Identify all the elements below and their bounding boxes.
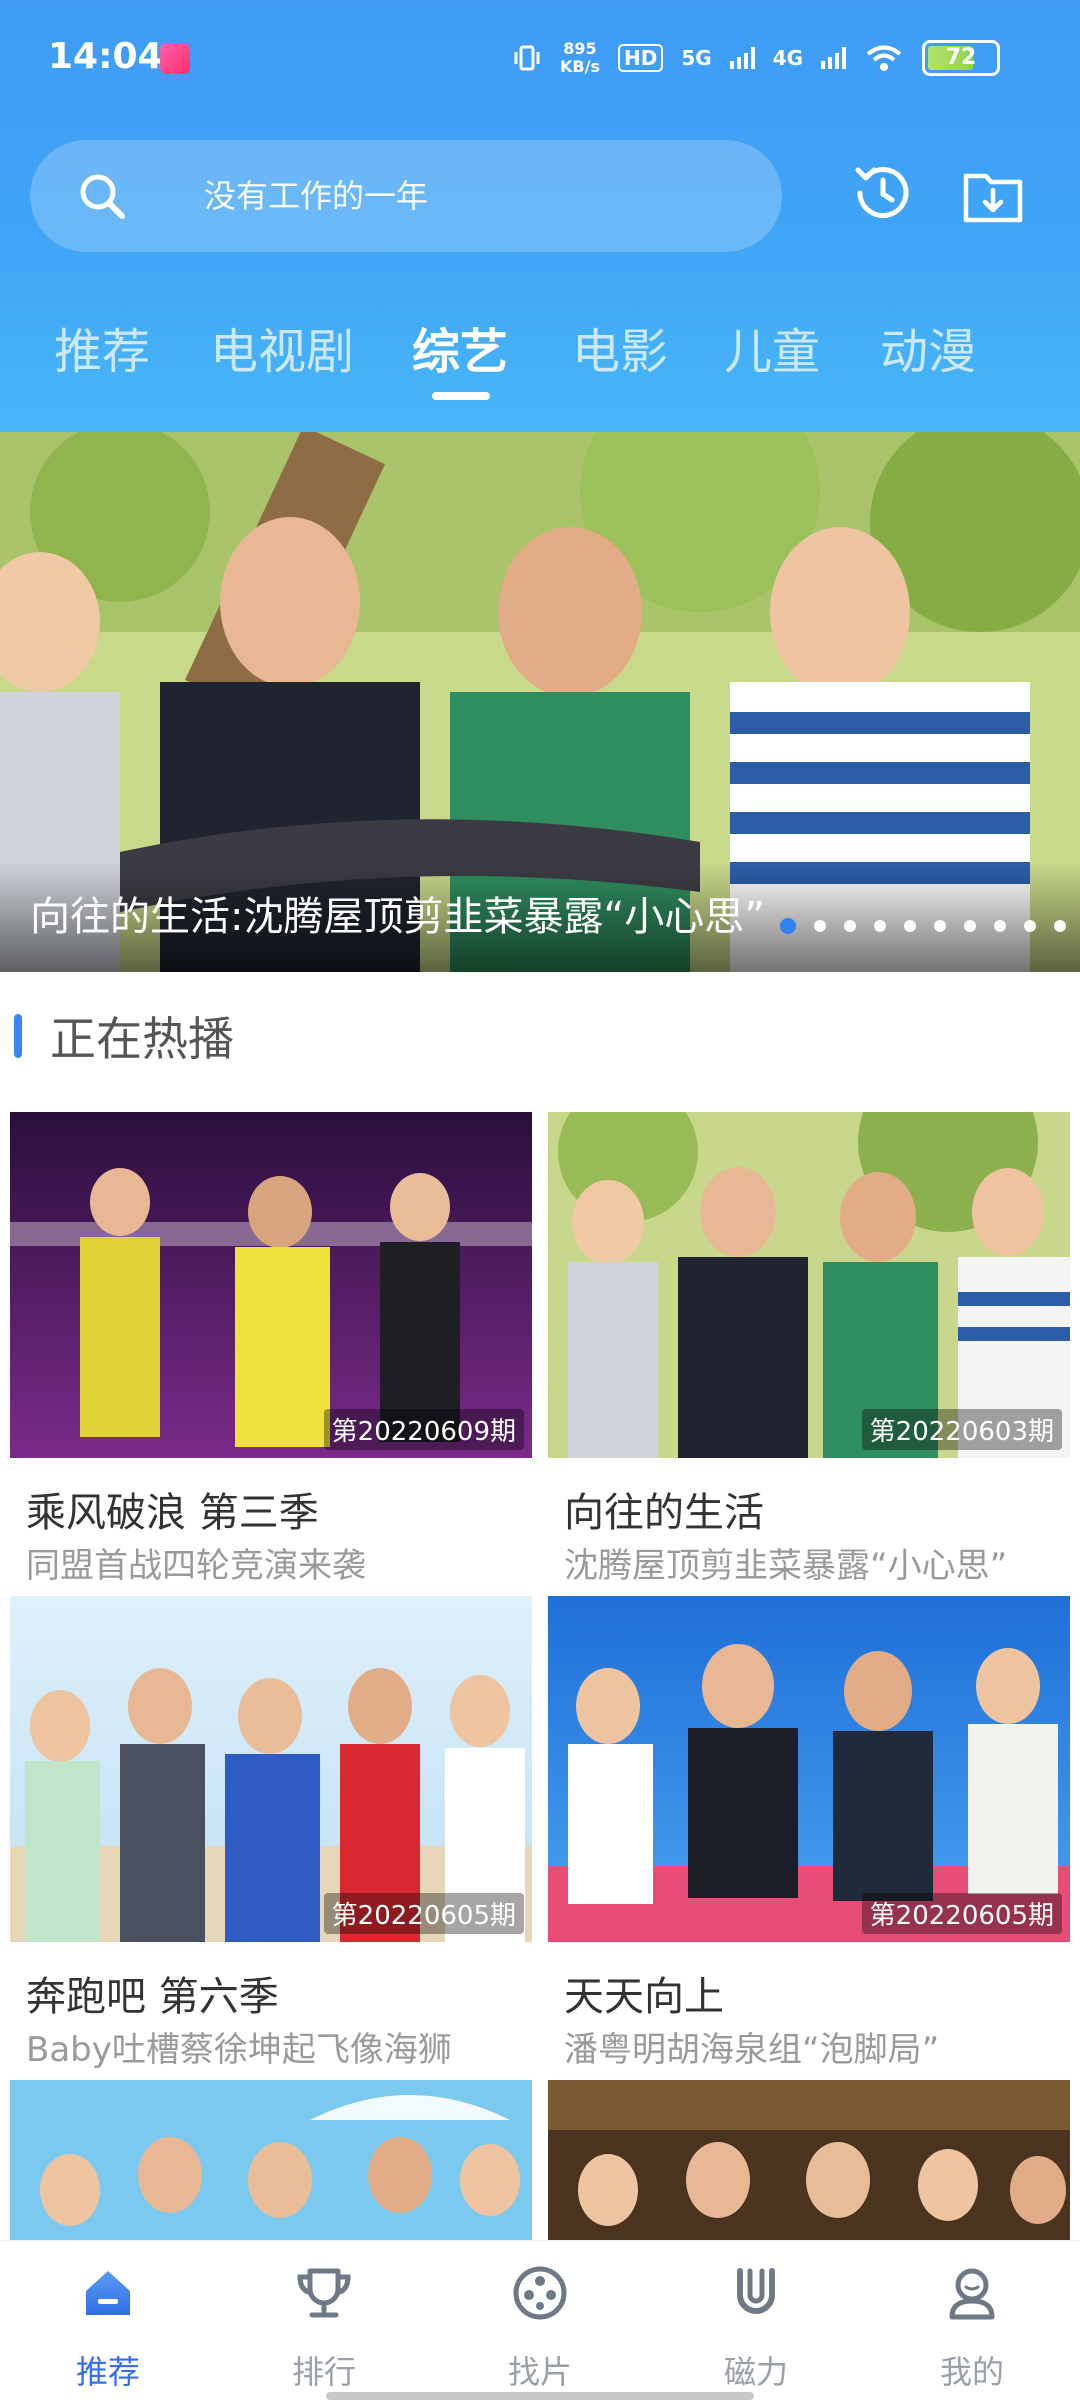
- banner-dot[interactable]: [934, 920, 946, 932]
- active-tab-indicator: [432, 392, 490, 400]
- nav-item-ranking[interactable]: 排行: [216, 2241, 432, 2408]
- status-indicators: 895 KB/s HD 5G 4G 72: [512, 36, 1000, 80]
- magnet-icon: [737, 2268, 775, 2314]
- history-icon[interactable]: [848, 158, 918, 228]
- banner-dot[interactable]: [814, 920, 826, 932]
- network-speed-value: 895: [563, 39, 597, 58]
- user-icon: [949, 2268, 995, 2320]
- home-icon: [86, 2271, 130, 2315]
- episode-badge: 第20220603期: [861, 1409, 1062, 1450]
- section-title: 正在热播: [50, 1012, 234, 1066]
- tab-kids[interactable]: 儿童: [724, 312, 820, 382]
- show-subtitle: 同盟首战四轮竞演来袭: [26, 1546, 366, 1586]
- episode-badge: 第20220605期: [323, 1893, 524, 1934]
- show-subtitle: 沈腾屋顶剪韭菜暴露“小心思”: [564, 1546, 1008, 1586]
- status-time: 14:04: [48, 36, 163, 77]
- nav-label: 磁力: [723, 2353, 788, 2391]
- show-thumbnail: [10, 2080, 532, 2240]
- film-reel-icon: [513, 2266, 567, 2320]
- episode-badge: 第20220605期: [861, 1893, 1062, 1934]
- show-title: 天天向上: [564, 1974, 724, 2020]
- episode-badge: 第20220609期: [323, 1409, 524, 1450]
- hd-badge: HD: [617, 44, 664, 72]
- search-icon: [80, 174, 125, 219]
- download-folder-icon[interactable]: [960, 162, 1026, 228]
- show-thumbnail: 第20220603期: [548, 1112, 1070, 1458]
- tab-variety[interactable]: 综艺: [412, 312, 508, 382]
- tab-recommend[interactable]: 推荐: [54, 312, 150, 382]
- show-title: 奔跑吧 第六季: [26, 1974, 279, 2020]
- battery-level: 72: [945, 45, 977, 70]
- banner-dot[interactable]: [874, 920, 886, 932]
- banner-dot[interactable]: [780, 918, 796, 934]
- thumbnail-image: [548, 1112, 1070, 1458]
- banner-dot[interactable]: [994, 920, 1006, 932]
- vibrate-icon: [514, 45, 540, 71]
- status-bar: 14:04 895 KB/s HD 5G 4G 72: [0, 0, 1080, 120]
- banner-dot[interactable]: [964, 920, 976, 932]
- banner-dot[interactable]: [904, 920, 916, 932]
- search-bar[interactable]: 没有工作的一年: [30, 140, 782, 252]
- home-indicator[interactable]: [326, 2392, 754, 2400]
- tab-movie[interactable]: 电影: [572, 312, 668, 382]
- category-tabs: 推荐 电视剧 综艺 电影 儿童 动漫: [0, 300, 1080, 410]
- nav-item-profile[interactable]: 我的: [864, 2241, 1080, 2408]
- sim2-label: 4G: [772, 46, 803, 70]
- network-speed: 895 KB/s: [560, 40, 600, 76]
- banner-dot[interactable]: [1024, 920, 1036, 932]
- show-title: 乘风破浪 第三季: [26, 1490, 319, 1536]
- trophy-icon: [297, 2268, 351, 2318]
- show-subtitle: 潘粤明胡海泉组“泡脚局”: [564, 2030, 940, 2070]
- banner-pagination: [780, 918, 1066, 934]
- banner-dot[interactable]: [1054, 920, 1066, 932]
- search-placeholder: 没有工作的一年: [204, 177, 429, 215]
- show-subtitle: Baby吐槽蔡徐坤起飞像海狮: [26, 2030, 452, 2070]
- nav-item-discover[interactable]: 找片: [432, 2241, 648, 2408]
- thumbnail-image: [10, 1112, 532, 1458]
- header: 14:04 895 KB/s HD 5G 4G 72 没有工作的一年 推荐 电视…: [0, 0, 1080, 432]
- battery-icon: 72: [922, 40, 1000, 76]
- show-thumbnail: 第20220609期: [10, 1112, 532, 1458]
- thumbnail-image: [548, 1596, 1070, 1942]
- featured-banner[interactable]: 向往的生活:沈腾屋顶剪韭菜暴露“小心思”: [0, 432, 1080, 972]
- tab-tv-series[interactable]: 电视剧: [210, 312, 354, 382]
- signal-5g-icon: [729, 47, 755, 69]
- show-title: 向往的生活: [564, 1490, 764, 1536]
- sim1-label: 5G: [681, 46, 712, 70]
- signal-4g-icon: [821, 47, 846, 69]
- thumbnail-image: [10, 1596, 532, 1942]
- show-thumbnail: [548, 2080, 1070, 2240]
- nav-item-magnet[interactable]: 磁力: [648, 2241, 864, 2408]
- nav-label: 我的: [939, 2353, 1004, 2391]
- nav-item-recommend[interactable]: 推荐: [0, 2241, 216, 2408]
- wifi-icon: [866, 45, 902, 71]
- tab-anime[interactable]: 动漫: [880, 312, 976, 382]
- thumbnail-image: [548, 2080, 1070, 2240]
- show-thumbnail: 第20220605期: [10, 1596, 532, 1942]
- show-thumbnail: 第20220605期: [548, 1596, 1070, 1942]
- section-header: 正在热播: [14, 1006, 234, 1066]
- nav-label: 找片: [507, 2353, 572, 2391]
- banner-caption: 向往的生活:沈腾屋顶剪韭菜暴露“小心思”: [30, 894, 765, 940]
- section-accent-bar: [14, 1014, 22, 1058]
- app-notification-icon: [160, 44, 190, 74]
- nav-label: 推荐: [75, 2353, 140, 2391]
- bottom-navigation: 推荐 排行 找片 磁力 我的: [0, 2240, 1080, 2408]
- thumbnail-image: [10, 2080, 532, 2240]
- network-speed-unit: KB/s: [560, 57, 600, 76]
- nav-label: 排行: [291, 2353, 356, 2391]
- banner-dot[interactable]: [844, 920, 856, 932]
